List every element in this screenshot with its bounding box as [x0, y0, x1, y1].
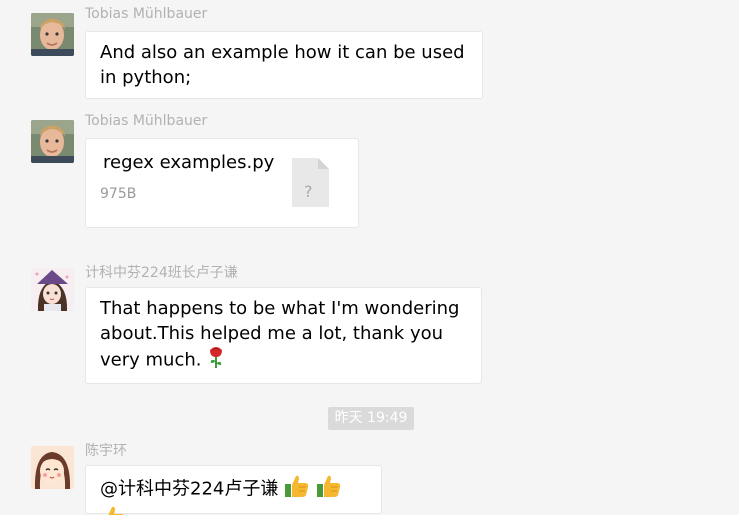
message-bubble[interactable]: And also an example how it can be used i…	[85, 31, 483, 99]
avatar-anime-girl[interactable]	[31, 268, 74, 311]
rose-emoji-icon	[207, 346, 225, 375]
message-bubble[interactable]: @计科中芬224卢子谦	[85, 465, 382, 515]
sender-name: 计科中芬224班长卢子谦	[85, 265, 238, 281]
sender-name: Tobias Mühlbauer	[85, 6, 208, 22]
file-attachment[interactable]: regex examples.py 975B ?	[85, 138, 359, 228]
chat-window: Tobias Mühlbauer And also an example how…	[0, 0, 739, 515]
message-text: @计科中芬224卢子谦	[100, 478, 279, 500]
sender-name: Tobias Mühlbauer	[85, 113, 208, 129]
file-icon-glyph: ?	[304, 182, 313, 201]
message-text: And also an example how it can be used i…	[100, 42, 465, 88]
thumbs-up-icon	[284, 474, 310, 505]
avatar-cartoon-girl[interactable]	[31, 446, 74, 489]
file-name: regex examples.py	[103, 152, 275, 173]
file-size: 975B	[100, 186, 137, 202]
time-divider: 昨天 19:49	[328, 407, 414, 430]
thumbs-up-icon	[316, 474, 342, 505]
message-text: That happens to be what I'm wondering ab…	[100, 298, 460, 371]
avatar-tobias[interactable]	[31, 120, 74, 163]
thumbs-up-icon	[100, 505, 126, 515]
message-bubble[interactable]: That happens to be what I'm wondering ab…	[85, 287, 482, 384]
unknown-file-icon: ?	[292, 158, 329, 207]
sender-name: 陈宇环	[85, 443, 127, 459]
avatar-tobias[interactable]	[31, 13, 74, 56]
